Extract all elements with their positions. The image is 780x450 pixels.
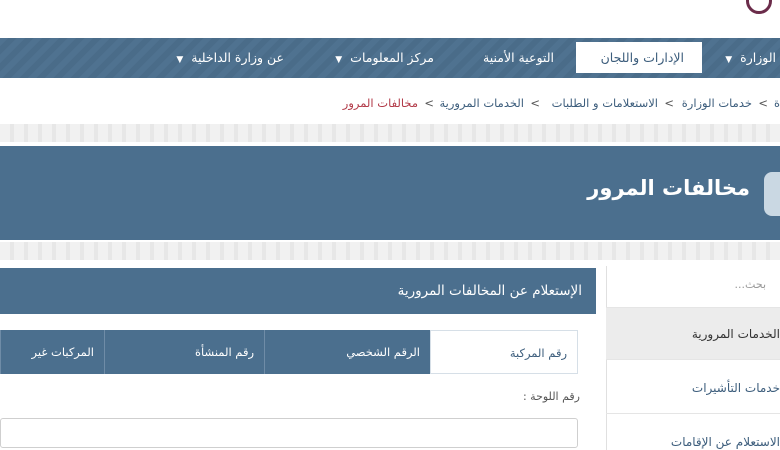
breadcrumb-separator: > <box>424 96 434 110</box>
breadcrumb-current: مخالفات المرور <box>342 96 418 110</box>
decorative-stripe <box>0 242 780 260</box>
inquiry-tabs: رقم المركبة الرقم الشخصي رقم المنشأة الم… <box>0 330 596 403</box>
nav-security-awareness-label: التوعية الأمنية <box>483 50 554 65</box>
plate-number-label: رقم اللوحة : <box>522 390 580 403</box>
plate-number-input[interactable] <box>0 418 578 448</box>
emblem-icon <box>764 172 780 216</box>
nav-ministry-label: الوزارة <box>740 50 776 65</box>
breadcrumb-separator: > <box>758 96 768 110</box>
traffic-violations-inquiry-panel: الإستعلام عن المخالفات المرورية رقم المر… <box>0 268 596 450</box>
sidebar-item-residency-inquiry[interactable]: الاستعلام عن الإقامات <box>606 416 780 450</box>
nav-about-ministry-label: عن وزارة الداخلية <box>191 50 284 65</box>
nav-about-ministry[interactable]: عن وزارة الداخلية ▼ <box>176 38 284 78</box>
chevron-down-icon: ▼ <box>725 55 733 65</box>
top-header <box>0 0 780 38</box>
nav-ministry[interactable]: الوزارة ▼ <box>725 38 780 78</box>
breadcrumb-separator: > <box>530 96 540 110</box>
chevron-down-icon: ▼ <box>335 55 343 65</box>
sidebar-item-visa-services[interactable]: خدمات التأشيرات <box>606 362 780 414</box>
nav-information-center-label: مركز المعلومات <box>350 50 434 65</box>
breadcrumb: ة > خدمات الوزارة > الاستعلامات و الطلبا… <box>0 96 780 118</box>
breadcrumb-ministry-services[interactable]: خدمات الوزارة <box>682 96 752 110</box>
main-navigation: الوزارة ▼ الإدارات واللجان التوعية الأمن… <box>0 38 780 78</box>
page-title: مخالفات المرور <box>587 176 750 200</box>
panel-title: الإستعلام عن المخالفات المرورية <box>0 268 596 314</box>
nav-information-center[interactable]: مركز المعلومات ▼ <box>335 38 434 78</box>
nav-departments-label: الإدارات واللجان <box>600 50 684 65</box>
breadcrumb-separator: > <box>664 96 674 110</box>
page-banner: مخالفات المرور <box>0 146 780 240</box>
tab-non-qatari-vehicles[interactable]: المركبات غير القطرية <box>0 330 104 403</box>
chevron-down-icon: ▼ <box>176 55 184 65</box>
nav-departments[interactable]: الإدارات واللجان <box>576 42 702 73</box>
breadcrumb-inquiries[interactable]: الاستعلامات و الطلبات <box>552 96 658 110</box>
ministry-logo-icon[interactable] <box>746 0 772 14</box>
breadcrumb-home[interactable]: ة <box>774 96 780 110</box>
tab-vehicle-number[interactable]: رقم المركبة <box>430 330 578 374</box>
search-input[interactable]: بحث... <box>606 266 780 308</box>
sidebar-item-traffic-services[interactable]: الخدمات المرورية <box>606 308 780 360</box>
nav-security-awareness[interactable]: التوعية الأمنية <box>483 38 554 78</box>
breadcrumb-traffic-services[interactable]: الخدمات المرورية <box>440 96 524 110</box>
decorative-stripe <box>0 124 780 142</box>
tab-personal-number[interactable]: الرقم الشخصي <box>264 330 430 374</box>
sidebar: بحث... الخدمات المرورية خدمات التأشيرات … <box>606 266 780 450</box>
tab-establishment-number[interactable]: رقم المنشأة <box>104 330 264 374</box>
